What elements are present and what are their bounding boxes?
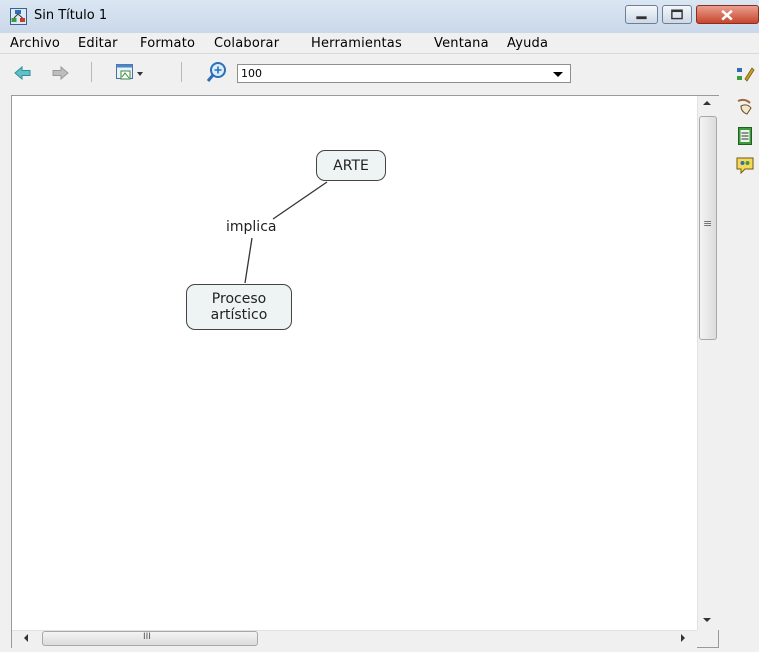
concept-node[interactable]: ARTE [316, 150, 386, 181]
vertical-scroll-thumb[interactable]: ≡ [699, 116, 717, 340]
concept-label: ARTE [333, 157, 369, 174]
connection-lines [244, 181, 328, 284]
scroll-up-icon[interactable] [703, 101, 711, 105]
concept-node[interactable]: Proceso artístico [186, 284, 292, 330]
horizontal-scroll-thumb[interactable]: III [42, 631, 258, 646]
scroll-corner [697, 630, 718, 647]
scroll-right-icon[interactable] [681, 634, 685, 642]
scroll-grip: ≡ [703, 217, 713, 230]
scroll-down-icon[interactable] [703, 618, 711, 622]
connection-line [244, 237, 253, 284]
link-label[interactable]: implica [226, 219, 276, 235]
connection-line [272, 181, 328, 220]
scroll-left-icon[interactable] [24, 634, 28, 642]
concept-label: Proceso artístico [210, 291, 268, 323]
scroll-grip: III [143, 632, 151, 642]
